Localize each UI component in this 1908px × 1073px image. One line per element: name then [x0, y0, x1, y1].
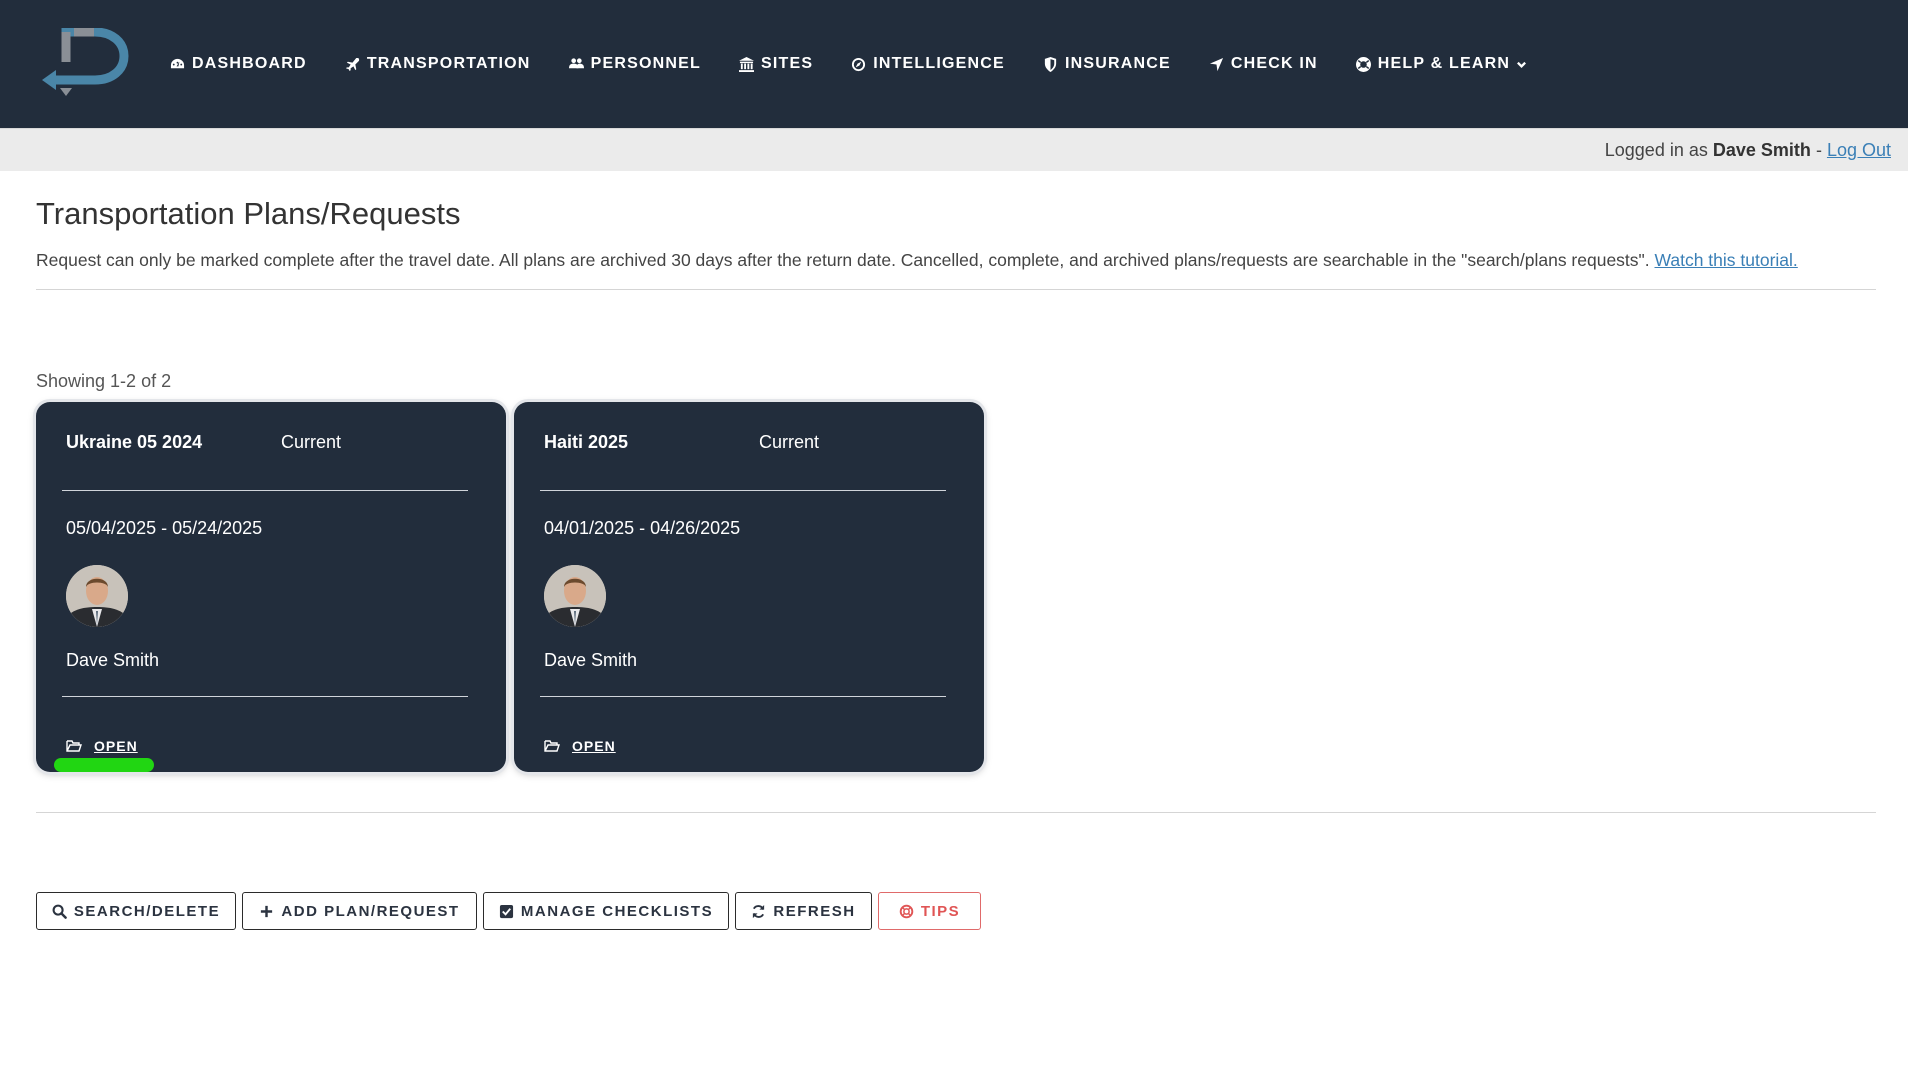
nav-intelligence[interactable]: Intelligence: [851, 55, 1005, 73]
refresh-button[interactable]: Refresh: [735, 892, 872, 930]
life-ring-icon: [1355, 56, 1371, 72]
main-nav: Dashboard Transportation Personnel Sites…: [170, 0, 1565, 128]
card-divider: [62, 696, 468, 697]
folder-open-icon: [544, 740, 560, 752]
nav-check-in[interactable]: Check In: [1209, 55, 1318, 73]
plan-dates: 04/01/2025 - 04/26/2025: [544, 518, 741, 538]
page-title: Transportation Plans/Requests: [36, 196, 461, 231]
login-status: Logged in as Dave Smith - Log Out: [1604, 140, 1891, 160]
logout-link[interactable]: Log Out: [1827, 140, 1891, 160]
user-bar: Logged in as Dave Smith - Log Out: [0, 128, 1908, 171]
username: Dave Smith: [1712, 140, 1811, 160]
search-icon: [52, 904, 67, 919]
results-count: Showing 1-2 of 2: [36, 371, 172, 391]
card-divider: [540, 696, 946, 697]
plan-person: Dave Smith: [66, 650, 160, 670]
search-delete-button[interactable]: Search/Delete: [36, 892, 236, 930]
shield-icon: [1044, 56, 1057, 72]
nav-transportation[interactable]: Transportation: [345, 55, 531, 73]
nav-sites[interactable]: Sites: [738, 55, 813, 73]
folder-open-icon: [66, 740, 82, 752]
nav-help-learn[interactable]: Help & Learn: [1355, 55, 1527, 73]
plan-status: Current: [281, 432, 342, 452]
add-plan-request-button[interactable]: Add Plan/Request: [242, 892, 477, 930]
nav-dashboard[interactable]: Dashboard: [170, 55, 307, 73]
tips-button[interactable]: Tips: [878, 892, 981, 930]
check-square-icon: [499, 904, 513, 918]
plus-icon: [261, 905, 273, 917]
highlight-marker: [54, 758, 154, 772]
top-navbar: Dashboard Transportation Personnel Sites…: [0, 0, 1908, 128]
divider: [36, 289, 1876, 290]
avatar: [66, 565, 128, 627]
divider: [36, 812, 1876, 813]
plan-dates: 05/04/2025 - 05/24/2025: [66, 518, 263, 538]
plan-status: Current: [759, 432, 820, 452]
location-arrow-icon: [1209, 57, 1223, 71]
plan-title: Ukraine 05 2024: [66, 432, 203, 452]
plan-title: Haiti 2025: [544, 432, 629, 452]
person-photo-icon: [66, 565, 128, 627]
plane-icon: [345, 57, 359, 71]
card-divider: [540, 490, 946, 491]
plan-person: Dave Smith: [544, 650, 638, 670]
plan-card: Ukraine 05 2024 Current 05/04/2025 - 05/…: [36, 402, 506, 772]
logo-icon[interactable]: [40, 28, 130, 96]
avatar: [544, 565, 606, 627]
open-plan-button[interactable]: Open: [544, 738, 616, 754]
refresh-icon: [753, 904, 765, 918]
bank-icon: [738, 56, 754, 72]
nav-insurance[interactable]: Insurance: [1043, 55, 1171, 73]
manage-checklists-button[interactable]: Manage Checklists: [483, 892, 729, 930]
nav-personnel[interactable]: Personnel: [568, 55, 701, 73]
person-photo-icon: [544, 565, 606, 627]
life-ring-icon: [899, 904, 914, 918]
card-divider: [62, 490, 468, 491]
watch-tutorial-link[interactable]: Watch this tutorial.: [1655, 250, 1798, 270]
users-icon: [568, 57, 584, 68]
plan-card: Haiti 2025 Current 04/01/2025 - 04/26/20…: [514, 402, 984, 772]
page-description: Request can only be marked complete afte…: [36, 250, 1798, 270]
compass-icon: [852, 57, 866, 71]
open-plan-button[interactable]: Open: [66, 738, 138, 754]
chevron-down-icon: [1517, 61, 1527, 68]
dashboard-icon: [170, 58, 185, 68]
